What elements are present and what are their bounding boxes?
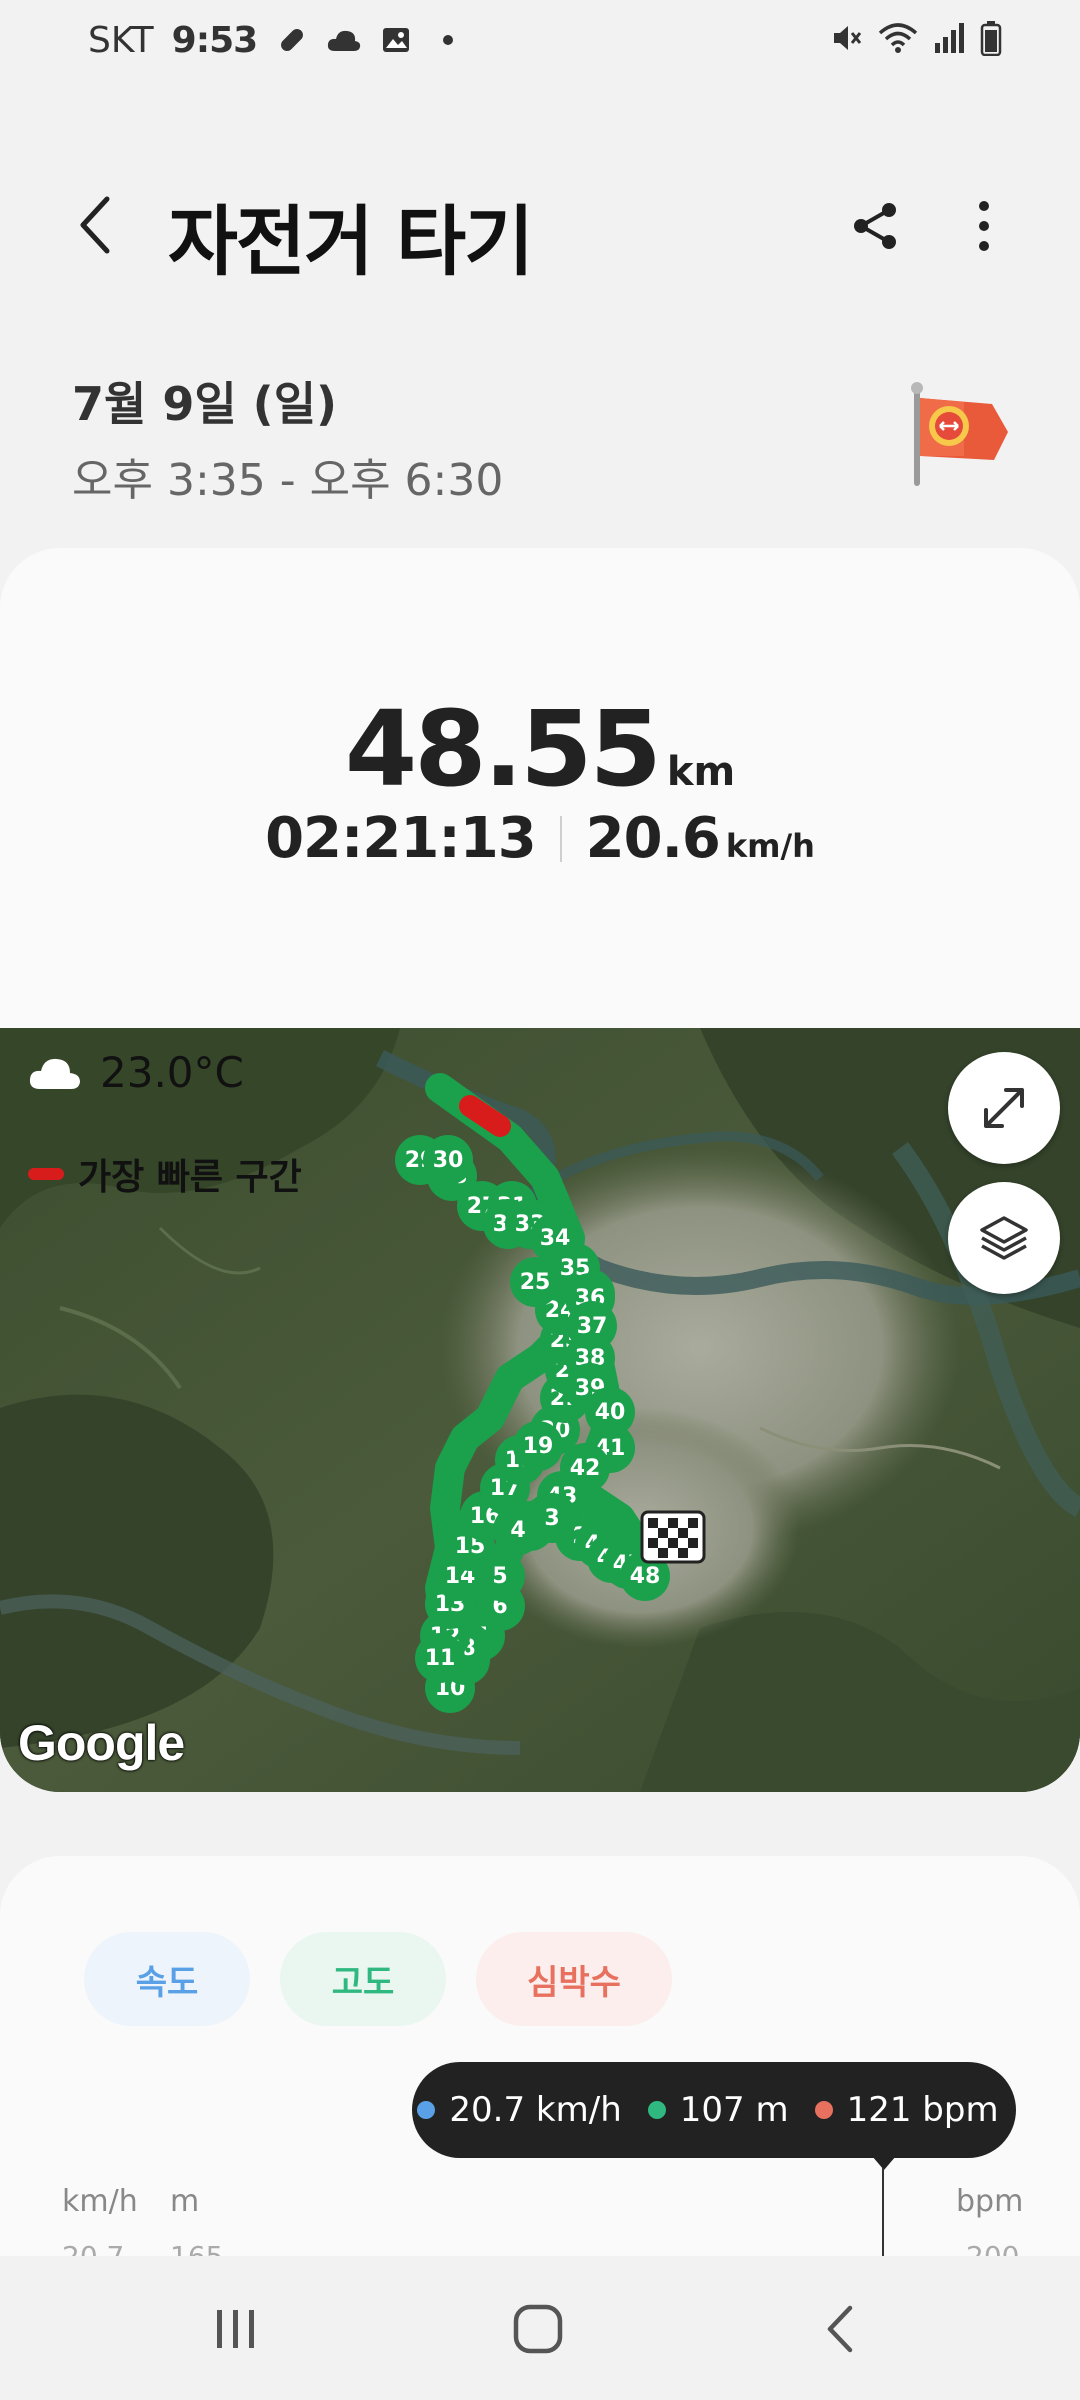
home-button[interactable]: [488, 2284, 588, 2374]
session-time-range: 오후 3:35 - 오후 6:30: [72, 455, 504, 506]
mute-icon: [830, 21, 864, 59]
axis-unit-heart-rate: bpm: [956, 2184, 1024, 2219]
heart-rate-dot: [814, 2101, 833, 2119]
wifi-icon: [878, 21, 918, 59]
app-bar: 자전거 타기: [0, 160, 1080, 290]
avg-speed-value: 20.6: [585, 806, 721, 871]
checkered-flag-icon: [640, 1510, 706, 1564]
duration-value: 02:21:13: [265, 806, 537, 871]
system-back-button[interactable]: [790, 2284, 890, 2374]
expand-map-button[interactable]: [948, 1052, 1060, 1164]
back-icon: [827, 2305, 853, 2353]
status-time: 9:53: [171, 19, 259, 61]
distance-value: 48.55: [344, 688, 662, 810]
route-marker[interactable]: 19: [513, 1421, 563, 1471]
distance-unit: km: [666, 749, 736, 795]
summary-card: 48.55 km 02:21:13 20.6 km/h: [0, 548, 1080, 1108]
navigation-bar: [0, 2256, 1080, 2400]
share-button[interactable]: [840, 190, 912, 262]
status-left: SKT 9:53: [88, 16, 465, 64]
more-vert-icon: [979, 201, 989, 251]
chart-tabs: 속도 고도 심박수: [84, 1932, 672, 2026]
tooltip-heart-rate: 121 bpm: [846, 2090, 999, 2130]
page-title: 자전거 타기: [168, 197, 534, 286]
status-bar: SKT 9:53: [0, 0, 1080, 80]
dot-icon: [431, 23, 465, 57]
home-icon: [513, 2304, 563, 2354]
battery-icon: [980, 20, 1002, 60]
chart-tooltip: 20.7 km/h 107 m 121 bpm: [412, 2062, 1016, 2158]
tab-altitude[interactable]: 고도: [280, 1932, 446, 2026]
bandage-icon: [275, 23, 309, 57]
achievement-flag-icon[interactable]: [904, 380, 1014, 490]
image-icon: [379, 23, 413, 57]
route-marker[interactable]: 11: [415, 1633, 465, 1683]
speed-dot: [417, 2101, 436, 2119]
status-right: [830, 18, 1002, 62]
tooltip-speed: 20.7 km/h: [449, 2090, 622, 2130]
metric-divider: [559, 815, 562, 862]
session-info: 7월 9일 (일) 오후 3:35 - 오후 6:30: [72, 368, 503, 508]
altitude-dot: [647, 2101, 666, 2119]
tab-heart-rate[interactable]: 심박수: [476, 1932, 672, 2026]
expand-icon: [984, 1088, 1024, 1128]
back-button[interactable]: [60, 190, 130, 260]
axis-unit-speed: km/h: [62, 2184, 138, 2219]
recents-button[interactable]: [186, 2284, 286, 2374]
carrier-label: SKT: [88, 19, 154, 61]
metrics-row: 02:21:13 20.6 km/h: [0, 806, 1080, 871]
tab-speed[interactable]: 속도: [84, 1932, 250, 2026]
signal-icon: [932, 21, 966, 59]
route-marker[interactable]: 4: [493, 1505, 543, 1555]
route-marker[interactable]: 30: [423, 1135, 473, 1185]
session-date: 7월 9일 (일): [72, 377, 338, 431]
recents-icon: [217, 2310, 254, 2348]
tooltip-pointer: [872, 2156, 896, 2170]
avg-speed-unit: km/h: [725, 827, 815, 865]
share-icon: [854, 203, 896, 249]
google-attribution: Google: [18, 1715, 185, 1771]
more-options-button[interactable]: [948, 190, 1020, 262]
map-layers-button[interactable]: [948, 1182, 1060, 1294]
axis-unit-altitude: m: [170, 2184, 200, 2219]
layers-icon: [980, 1216, 1028, 1260]
route-map[interactable]: 23.0°C 가장 빠른 구간 109781213614515161718202…: [0, 1028, 1080, 1792]
cloud-icon: [327, 23, 361, 57]
chart-card: 속도 고도 심박수 20.7 km/h 107 m 121 bpm km/h m…: [0, 1856, 1080, 2273]
distance-row: 48.55 km: [0, 688, 1080, 810]
tooltip-altitude: 107 m: [679, 2090, 789, 2130]
back-chevron-icon: [80, 196, 110, 254]
chart-cursor-line[interactable]: [882, 2168, 884, 2256]
